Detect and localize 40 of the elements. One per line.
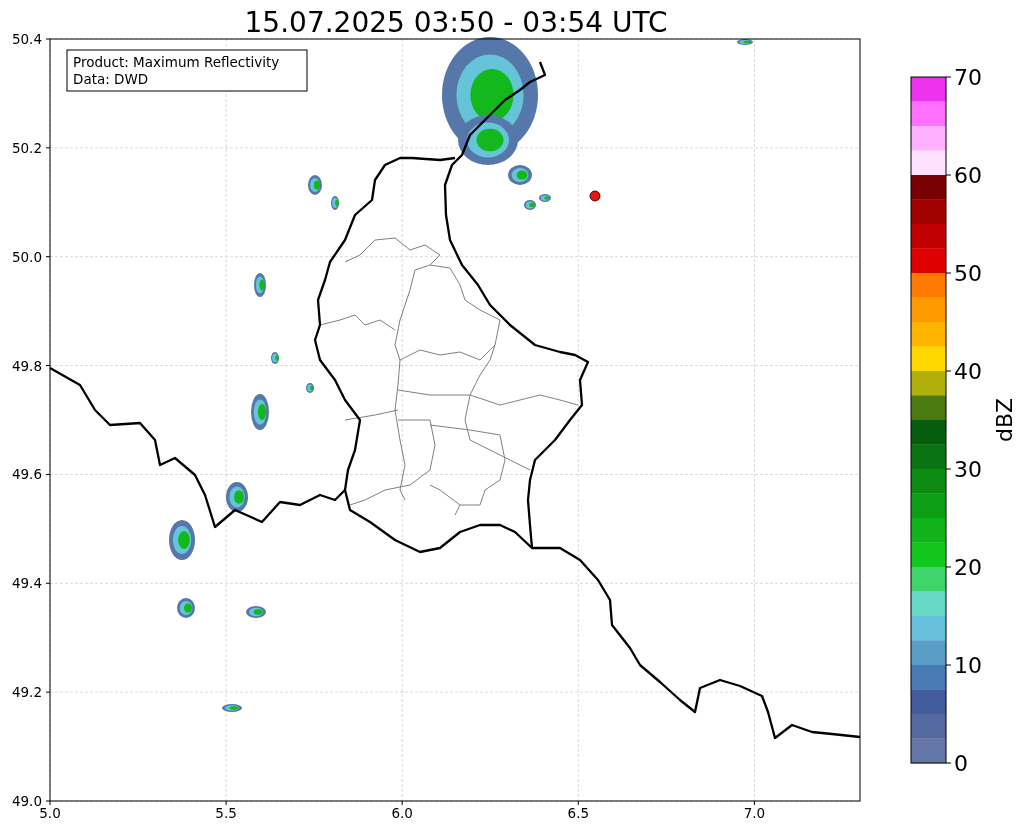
- colorbar-tick-label: 50: [954, 261, 982, 286]
- colorbar-label: dBZ: [992, 397, 1017, 443]
- x-tick-label: 5.5: [215, 805, 237, 821]
- radar-echo: [539, 194, 551, 202]
- colorbar-tick-label: 60: [954, 163, 982, 188]
- y-tick-label: 49.4: [11, 575, 42, 592]
- y-tick-label: 50.0: [11, 248, 42, 265]
- colorbar-tick-label: 0: [954, 751, 968, 776]
- radar-echo: [254, 273, 266, 297]
- y-tick-label: 49.6: [11, 466, 42, 483]
- x-tick-label: 6.0: [391, 805, 413, 821]
- x-tick-label: 7.0: [743, 805, 766, 821]
- location-marker: [589, 190, 601, 202]
- colorbar-tick-label: 20: [954, 555, 982, 580]
- radar-echo: [222, 704, 242, 712]
- info-text: Product: Maximum Reflectivity: [73, 54, 280, 70]
- x-tick-label: 6.5: [567, 805, 590, 821]
- y-tick-label: 50.4: [11, 31, 42, 47]
- radar-echo: [169, 520, 195, 560]
- colorbar-tick-label: 70: [954, 65, 982, 90]
- radar-echo: [306, 383, 314, 393]
- colorbar-tick-label: 40: [954, 359, 982, 384]
- y-tick-label: 50.2: [11, 139, 42, 156]
- radar-echo: [737, 39, 753, 45]
- y-tick-label: 49.0: [11, 793, 42, 809]
- radar-echo: [226, 482, 248, 512]
- radar-echo: [177, 598, 195, 618]
- radar-echo: [271, 352, 279, 364]
- radar-echo: [251, 394, 269, 430]
- colorbar-tick-label: 30: [954, 457, 982, 482]
- x-tick-label: 5.0: [39, 805, 61, 821]
- y-tick-label: 49.2: [11, 684, 42, 701]
- info-text: Data: DWD: [73, 71, 149, 87]
- colorbar-tick-label: 10: [954, 653, 982, 678]
- radar-echo: [524, 200, 536, 210]
- y-tick-label: 49.8: [11, 357, 42, 374]
- radar-echo: [308, 175, 322, 195]
- radar-echo: [331, 196, 339, 210]
- radar-echo: [246, 606, 266, 618]
- chart-title: 15.07.2025 03:50 - 03:54 UTC: [244, 6, 668, 39]
